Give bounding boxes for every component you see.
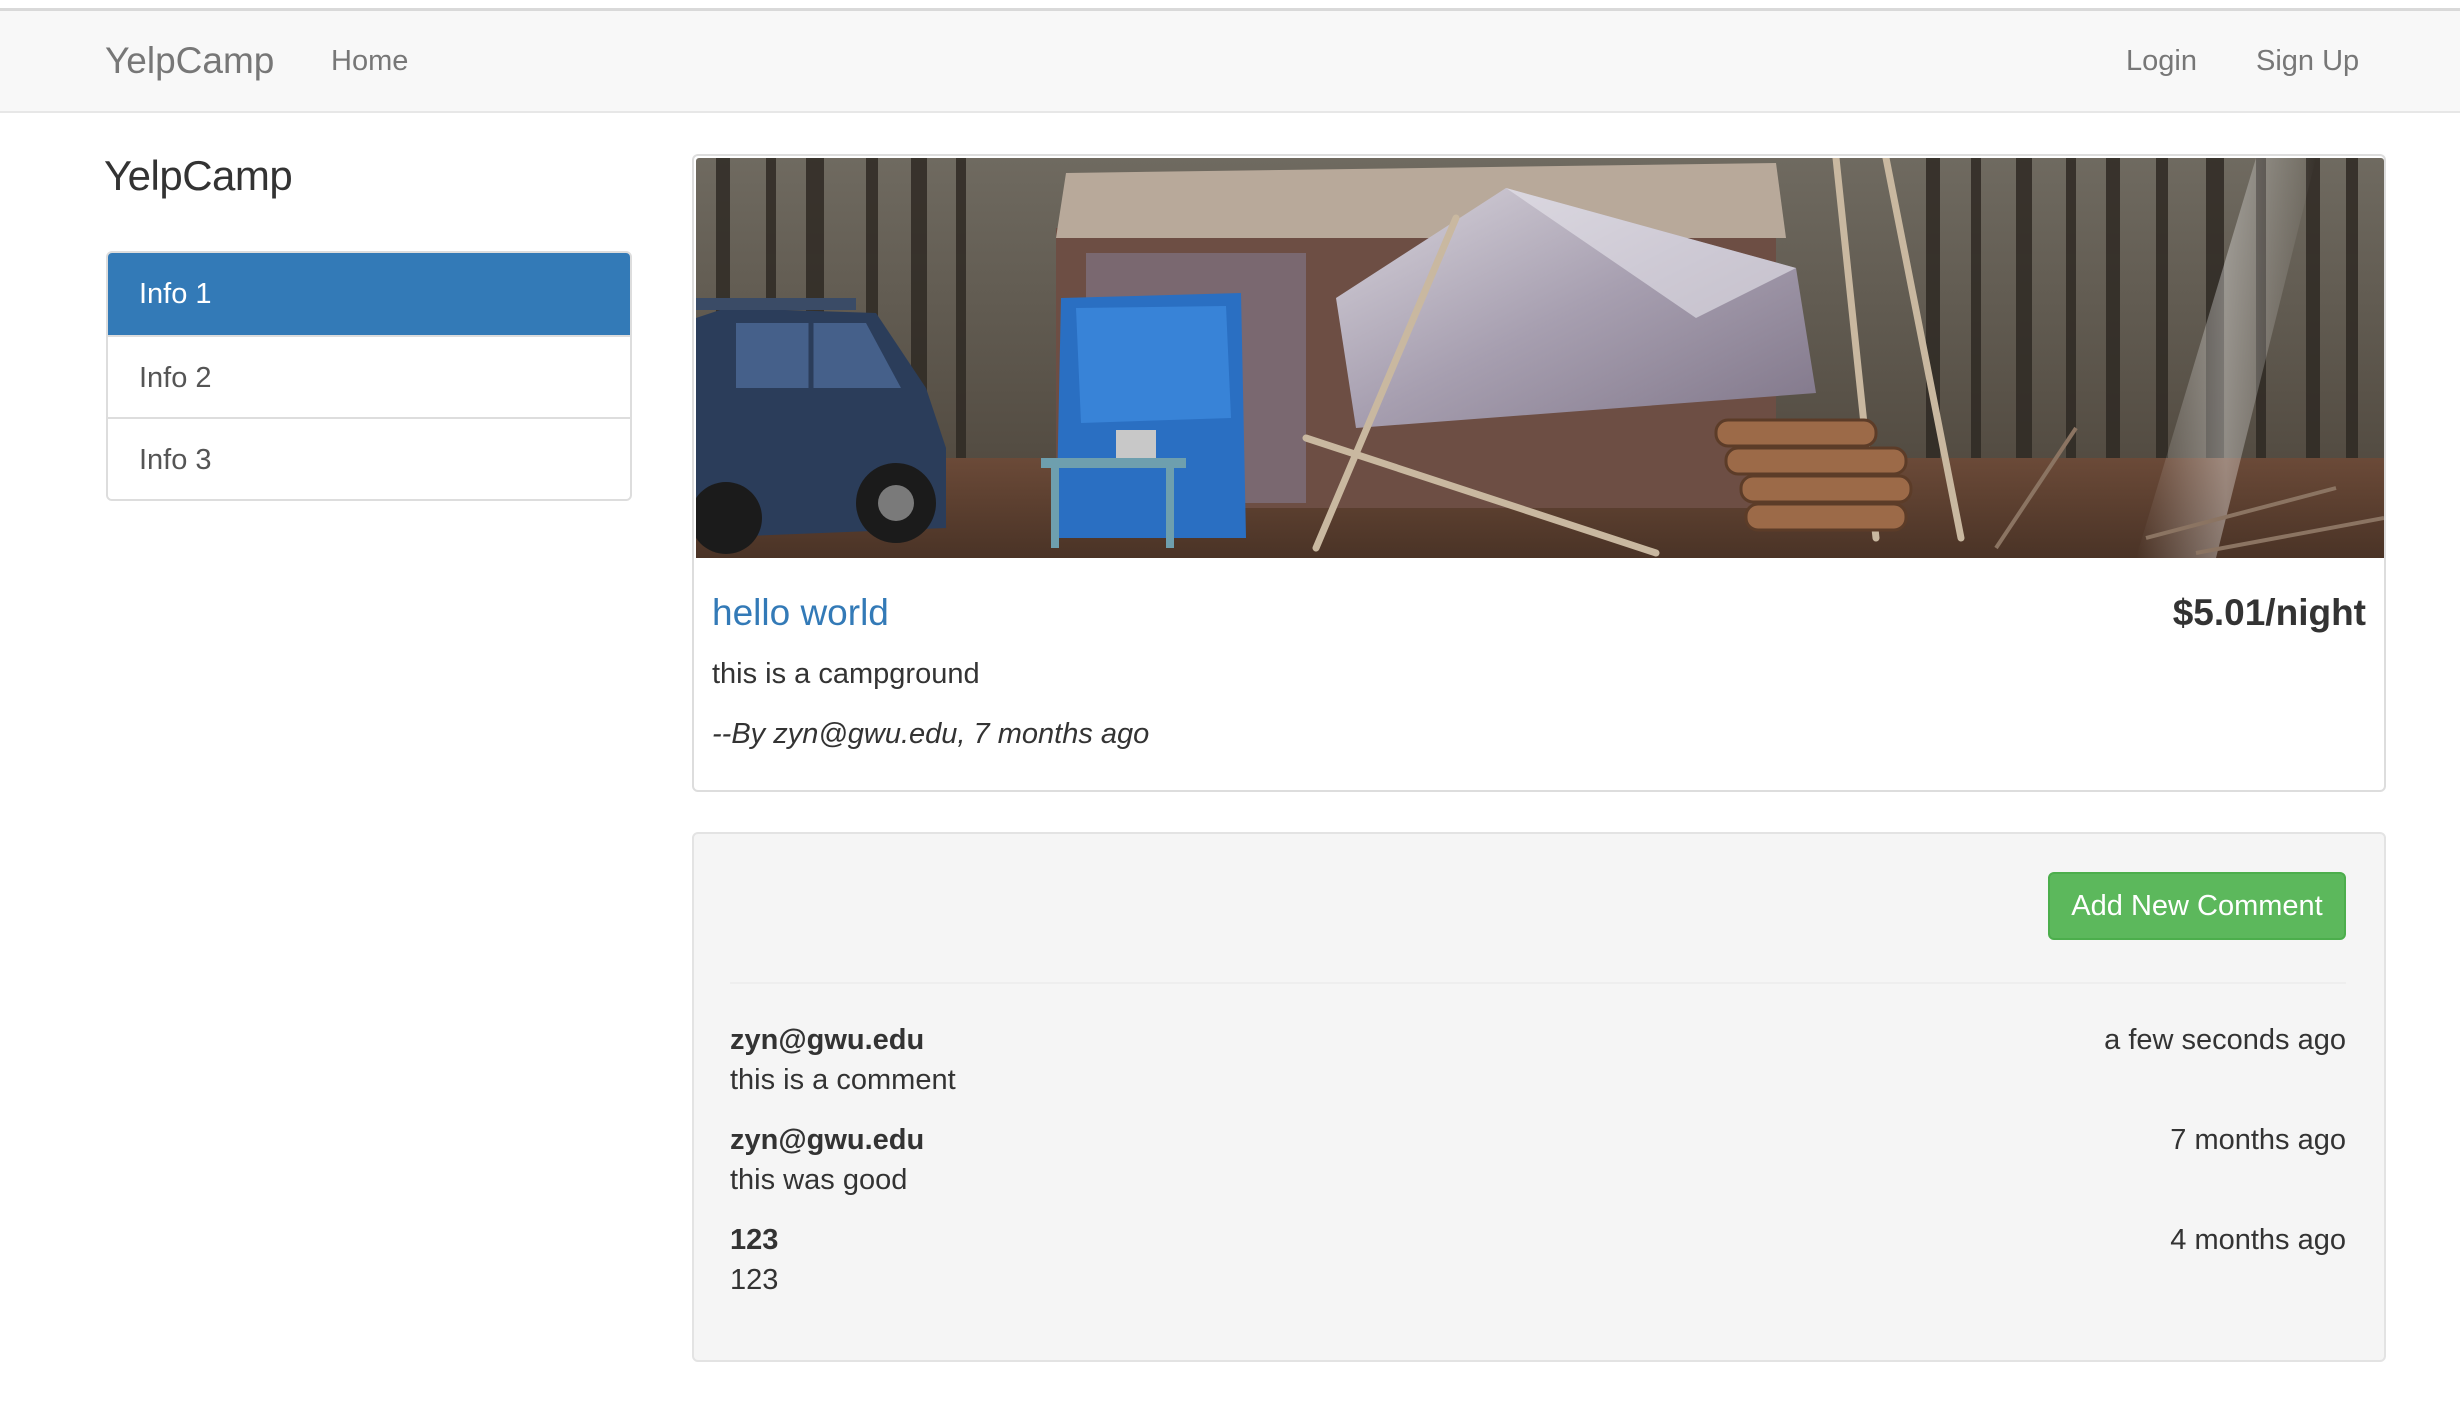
campground-author-line: --By zyn@gwu.edu, 7 months ago [712,718,1150,750]
comments-divider [730,982,2346,984]
comment-item: zyn@gwu.edu 7 months ago this was good [730,1124,2346,1214]
sidebar-list: Info 1 Info 2 Info 3 [106,251,632,501]
add-new-comment-button[interactable]: Add New Comment [2048,872,2346,940]
nav-login-link[interactable]: Login [2126,11,2197,111]
nav-signup-link[interactable]: Sign Up [2256,11,2359,111]
campground-description: this is a campground [712,658,980,690]
sidebar-item-info-1[interactable]: Info 1 [108,253,630,335]
comment-item: zyn@gwu.edu a few seconds ago this is a … [730,1024,2346,1114]
comment-author: zyn@gwu.edu [730,1124,925,1156]
comment-text: 123 [730,1264,779,1296]
comment-time: 7 months ago [2170,1124,2346,1156]
campground-card: hello world $5.01/night this is a campgr… [692,154,2386,792]
nav-home-link[interactable]: Home [331,11,408,111]
navbar-brand[interactable]: YelpCamp [105,11,274,111]
comment-text: this was good [730,1164,908,1196]
sidebar-item-info-2[interactable]: Info 2 [108,335,630,417]
comment-text: this is a comment [730,1064,956,1096]
sidebar-title: YelpCamp [104,152,293,199]
campground-price: $5.01/night [2172,592,2366,633]
top-navbar: YelpCamp Home Login Sign Up [0,8,2460,113]
comments-well: Add New Comment zyn@gwu.edu a few second… [692,832,2386,1362]
campground-name-link[interactable]: hello world [712,592,889,634]
comment-time: a few seconds ago [2104,1024,2346,1056]
comment-item: 123 4 months ago 123 [730,1224,2346,1314]
comment-author: 123 [730,1224,779,1256]
comment-author: zyn@gwu.edu [730,1024,925,1056]
comment-time: 4 months ago [2170,1224,2346,1256]
campground-image [696,158,2384,558]
sidebar-item-info-3[interactable]: Info 3 [108,417,630,499]
